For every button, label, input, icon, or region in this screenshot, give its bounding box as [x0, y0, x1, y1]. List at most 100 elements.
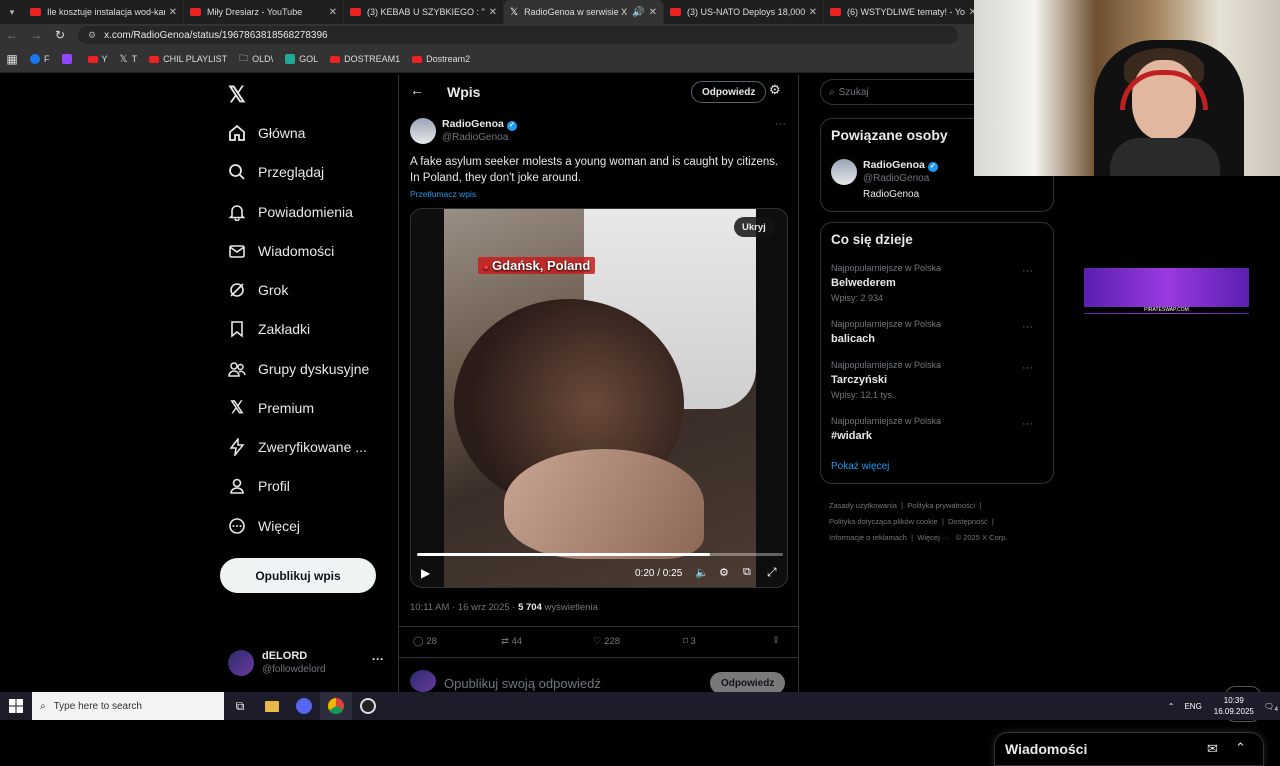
back-icon[interactable]: ←	[0, 28, 24, 42]
bookmark-item[interactable]	[61, 54, 76, 64]
bookmark-action[interactable]: ⌑ 3	[683, 636, 696, 647]
sidebar-item-messages[interactable]: Wiadomości	[228, 242, 334, 260]
pip-icon[interactable]: ⧉	[743, 566, 751, 579]
bookmark-item[interactable]: 𝕏T	[120, 54, 138, 65]
task-view-icon[interactable]: ⧉	[224, 692, 256, 720]
tweet-more-icon[interactable]: ···	[775, 118, 786, 130]
volume-icon[interactable]: 🔈	[695, 566, 709, 579]
settings-sliders-icon[interactable]: ⚙	[769, 82, 781, 98]
show-more-link[interactable]: Pokaż więcej	[831, 461, 889, 472]
reply-submit-button[interactable]: Odpowiedz	[710, 672, 786, 694]
more-icon[interactable]: ···	[1022, 321, 1033, 333]
new-message-icon[interactable]: ✉	[1207, 741, 1218, 757]
browser-tab-active[interactable]: 𝕏 RadioGenoa w serwisie X: „A 🔊 ✕	[504, 0, 664, 24]
sidebar-item-grok[interactable]: Grok	[228, 281, 288, 299]
url-input[interactable]: ⚙ x.com/RadioGenoa/status/196786381856827…	[78, 26, 958, 44]
file-explorer-icon[interactable]	[256, 692, 288, 720]
close-icon[interactable]: ✕	[329, 7, 337, 18]
sidebar-item-explore[interactable]: Przeglądaj	[228, 163, 324, 181]
site-info-icon[interactable]: ⚙	[88, 30, 96, 41]
sidebar-item-profile[interactable]: Profil	[228, 477, 290, 495]
footer-link[interactable]: Więcej ···	[917, 533, 949, 542]
close-icon[interactable]: ✕	[169, 7, 177, 18]
footer-link[interactable]: Polityka dotycząca plików cookie	[829, 517, 938, 526]
chevron-up-icon[interactable]: ⌃	[1235, 740, 1246, 756]
tab-search-button[interactable]: ▾	[0, 0, 24, 24]
repost-action[interactable]: ⇄ 44	[501, 636, 522, 647]
apps-grid-icon[interactable]: ▦	[0, 52, 24, 66]
ad-banner[interactable]: PIRATESWAP.COM	[1084, 268, 1249, 314]
speaker-icon[interactable]: 🔊	[632, 7, 644, 18]
more-icon[interactable]: ···	[372, 652, 384, 666]
trend-item[interactable]: Najpopularniejsze w Polska balicach ···	[831, 319, 1045, 349]
browser-tab[interactable]: (3) US-NATO Deploys 18,000 El ✕	[664, 0, 824, 24]
start-button[interactable]	[0, 692, 32, 720]
language-indicator[interactable]: ENG	[1184, 702, 1201, 711]
video-player[interactable]: ● Gdańsk, Poland Ukryj ▶ 0:20 / 0:25 🔈 ⚙ …	[410, 208, 788, 588]
chevron-up-icon[interactable]: ⌃	[1168, 702, 1175, 711]
notifications-icon[interactable]: 🗨 4	[1264, 702, 1278, 713]
trend-item[interactable]: Najpopularniejsze w Polska Tarczyński Wp…	[831, 360, 1045, 404]
trend-item[interactable]: Najpopularniejsze w Polska #widark ···	[831, 416, 1045, 446]
more-icon[interactable]: ···	[1022, 418, 1033, 430]
bookmark-item[interactable]: F	[30, 54, 50, 64]
share-icon[interactable]: ⇪	[772, 635, 780, 646]
reply-action[interactable]: ◯ 28	[413, 636, 437, 647]
close-icon[interactable]: ✕	[809, 7, 817, 18]
taskbar-search[interactable]: ⌕ Type here to search	[32, 692, 224, 720]
tweet-timestamp[interactable]: 10:11 AM · 16 wrz 2025 ·	[410, 602, 518, 613]
play-icon[interactable]: ▶	[421, 566, 430, 580]
bookmark-item[interactable]: DOSTREAM1	[330, 54, 400, 64]
browser-tab[interactable]: (6) WSTYDLIWE tematy! - YouTu✕	[824, 0, 984, 24]
hide-media-button[interactable]: Ukryj	[734, 217, 774, 237]
sidebar-item-more[interactable]: Więcej	[228, 517, 300, 535]
obs-app-icon[interactable]	[352, 692, 384, 720]
sidebar-item-bookmarks[interactable]: Zakładki	[228, 320, 310, 338]
discord-app-icon[interactable]	[288, 692, 320, 720]
like-action[interactable]: ♡ 228	[593, 636, 620, 647]
translate-link[interactable]: Przetłumacz wpis	[410, 189, 476, 199]
reload-icon[interactable]: ↻	[48, 28, 72, 42]
browser-tab[interactable]: Miły Dresiarz - YouTube ✕	[184, 0, 344, 24]
footer-link[interactable]: Polityka prywatności	[907, 501, 975, 510]
forward-icon[interactable]: →	[24, 28, 48, 42]
sidebar-item-verified-orgs[interactable]: Zweryfikowane ...	[228, 438, 367, 456]
reply-input[interactable]: Opublikuj swoją odpowiedź	[444, 676, 601, 691]
related-avatar[interactable]	[831, 159, 857, 185]
bookmark-item[interactable]: Y	[87, 54, 108, 64]
sidebar-item-communities[interactable]: Grupy dyskusyjne	[228, 360, 369, 378]
footer-link[interactable]: Zasady użytkowania	[829, 501, 897, 510]
reply-header-button[interactable]: Odpowiedz	[691, 81, 767, 103]
clock[interactable]: 10:39 16.09.2025	[1214, 695, 1254, 717]
post-button[interactable]: Opublikuj wpis	[220, 558, 376, 593]
footer-link[interactable]: Informacje o reklamach	[829, 533, 907, 542]
more-icon[interactable]: ···	[1022, 265, 1033, 277]
author-handle[interactable]: @RadioGenoa	[442, 132, 508, 143]
browser-tab[interactable]: Ile kosztuje instalacja wod-kan ✕	[24, 0, 184, 24]
more-icon[interactable]: ···	[1022, 362, 1033, 374]
sidebar-item-label: Przeglądaj	[258, 164, 325, 180]
footer-link[interactable]: Dostępność	[948, 517, 988, 526]
browser-tab[interactable]: (3) KEBAB U SZYBKIEGO : "Spró ✕	[344, 0, 504, 24]
related-name[interactable]: RadioGenoa ✓	[863, 159, 938, 172]
sidebar-item-home[interactable]: Główna	[228, 124, 305, 142]
author-name[interactable]: RadioGenoa ✓	[442, 118, 517, 131]
messages-drawer[interactable]: Wiadomości ✉ ⌃	[994, 732, 1264, 766]
video-progress-track[interactable]	[417, 553, 783, 556]
x-logo-icon[interactable]: 𝕏	[228, 82, 246, 108]
bookmark-item[interactable]: CHIL PLAYLIST	[149, 54, 227, 64]
author-avatar[interactable]	[410, 118, 436, 144]
close-icon[interactable]: ✕	[649, 7, 657, 18]
back-arrow-icon[interactable]: ←	[410, 82, 424, 98]
sidebar-item-premium[interactable]: 𝕏 Premium	[228, 398, 314, 417]
bookmark-item[interactable]: Dostream2	[412, 54, 470, 64]
account-switcher[interactable]: dELORD @followdelord ···	[228, 648, 388, 684]
bookmark-item[interactable]: GOL	[285, 54, 318, 64]
settings-icon[interactable]: ⚙	[719, 566, 729, 579]
trend-item[interactable]: Najpopularniejsze w Polska Belwederem Wp…	[831, 263, 1045, 307]
chrome-app-icon[interactable]	[320, 692, 352, 720]
fullscreen-icon[interactable]: ⤢	[767, 565, 777, 580]
sidebar-item-notifications[interactable]: Powiadomienia	[228, 203, 353, 221]
bookmark-folder[interactable]: 🗀 OLD\	[239, 51, 273, 67]
close-icon[interactable]: ✕	[489, 7, 497, 18]
